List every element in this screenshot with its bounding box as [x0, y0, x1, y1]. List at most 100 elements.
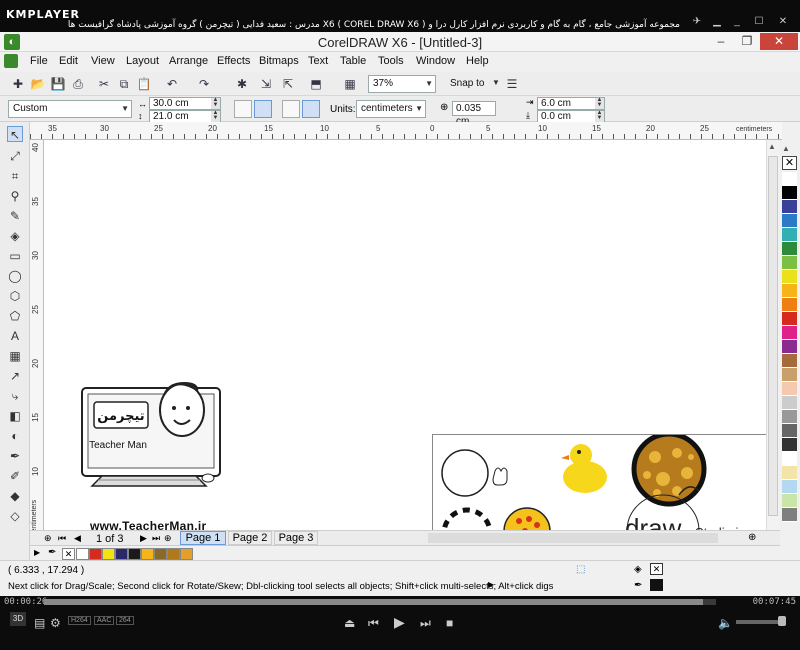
palette-swatch[interactable] — [782, 508, 797, 522]
crop-tool-icon[interactable]: ⌗ — [7, 168, 23, 184]
shape-tool-icon[interactable]: ⤢ — [7, 148, 23, 164]
page-width-field[interactable]: 30.0 cm ▲ ▼ — [149, 97, 221, 110]
doc-palette-menu-icon[interactable]: ▶ — [34, 548, 40, 557]
doc-palette-swatch[interactable] — [115, 548, 128, 560]
zoom-navigator-icon[interactable]: ⊕ — [748, 532, 756, 543]
snap-to-dropdown[interactable]: Snap to — [450, 78, 484, 89]
palette-swatch[interactable] — [782, 396, 797, 410]
menu-view[interactable]: View — [91, 55, 115, 67]
connector-tool-icon[interactable]: ⤷ — [7, 388, 23, 404]
smart-fill-icon[interactable]: ◈ — [7, 228, 23, 244]
all-pages-button[interactable] — [282, 100, 300, 118]
zoom-combo[interactable]: 37% ▼ — [368, 75, 436, 93]
options-icon[interactable]: ☰ — [504, 76, 520, 92]
minimize-button[interactable]: – — [708, 33, 734, 50]
player-minimize-icon[interactable]: ▁ — [710, 16, 724, 28]
horizontal-scroll-thumb[interactable] — [428, 533, 718, 543]
transparency-tool-icon[interactable]: ◐ — [7, 428, 23, 444]
open-icon[interactable]: 📂 — [30, 76, 46, 92]
rectangle-tool-icon[interactable]: ▭ — [7, 248, 23, 264]
volume-icon[interactable]: 🔈 — [718, 616, 733, 630]
fill-tool-icon[interactable]: ◆ — [7, 488, 23, 504]
palette-swatch[interactable] — [782, 214, 797, 228]
palette-swatch[interactable] — [782, 466, 797, 480]
save-icon[interactable]: 💾 — [50, 76, 66, 92]
tab-page-2[interactable]: Page 2 — [228, 531, 272, 545]
basic-shapes-icon[interactable]: ⬠ — [7, 308, 23, 324]
menu-table[interactable]: Table — [340, 55, 366, 67]
redo-icon[interactable]: ↷ — [196, 76, 212, 92]
vertical-scrollbar[interactable]: ▲ — [766, 140, 779, 533]
player-close-button[interactable]: ✕ — [776, 16, 790, 28]
next-icon[interactable]: ⏭ — [420, 616, 431, 631]
color-proof-icon[interactable]: ⬚ — [576, 564, 585, 575]
publish-icon[interactable]: ⬒ — [308, 76, 324, 92]
play-button[interactable]: ▶ — [394, 614, 405, 631]
palette-swatch[interactable] — [782, 172, 797, 186]
menu-layout[interactable]: Layout — [126, 55, 159, 67]
palette-swatch[interactable] — [782, 494, 797, 508]
stop-icon[interactable]: ■ — [446, 616, 453, 630]
prev-page-icon[interactable]: ◀ — [74, 533, 81, 544]
palette-swatch[interactable] — [782, 284, 797, 298]
palette-swatch[interactable] — [782, 200, 797, 214]
palette-swatch[interactable] — [782, 424, 797, 438]
eyedropper-icon[interactable]: ✒ — [48, 547, 56, 558]
new-document-icon[interactable]: ✚ — [10, 76, 26, 92]
volume-slider[interactable] — [736, 620, 782, 624]
cut-icon[interactable]: ✂ — [96, 76, 112, 92]
menu-bitmaps[interactable]: Bitmaps — [259, 55, 299, 67]
doc-palette-swatch[interactable] — [167, 548, 180, 560]
tab-page-1[interactable]: Page 1 — [180, 531, 226, 545]
no-fill-swatch[interactable]: ✕ — [782, 156, 797, 170]
launcher-icon[interactable]: ▦ — [342, 76, 358, 92]
palette-swatch[interactable] — [782, 298, 797, 312]
menu-help[interactable]: Help — [466, 55, 489, 67]
undo-icon[interactable]: ↶ — [164, 76, 180, 92]
palette-swatch[interactable] — [782, 480, 797, 494]
palette-swatch[interactable] — [782, 312, 797, 326]
ellipse-tool-icon[interactable]: ◯ — [7, 268, 23, 284]
zoom-tool-icon[interactable]: ⚲ — [7, 188, 23, 204]
export-icon[interactable]: ⇱ — [280, 76, 296, 92]
doc-no-color-swatch[interactable]: ✕ — [62, 548, 75, 560]
pin-icon[interactable]: ✈ — [690, 16, 704, 28]
paste-icon[interactable]: 📋 — [136, 76, 152, 92]
table-tool-icon[interactable]: ▦ — [7, 348, 23, 364]
seek-bar[interactable] — [44, 599, 716, 605]
palette-swatch[interactable] — [782, 382, 797, 396]
outline-black-swatch[interactable] — [650, 579, 663, 591]
previous-icon[interactable]: ⏮ — [368, 616, 379, 631]
playlist-icon[interactable]: ▤ — [34, 616, 45, 630]
nudge-field[interactable]: 0.035 cm — [452, 101, 496, 127]
next-page-icon[interactable]: ▶ — [140, 533, 147, 544]
tab-page-3[interactable]: Page 3 — [274, 531, 318, 545]
menu-app-icon[interactable] — [4, 54, 18, 68]
palette-swatch[interactable] — [782, 410, 797, 424]
snap-to-arrow-icon[interactable]: ▼ — [492, 78, 500, 87]
player-minimize-button[interactable]: _ — [730, 16, 744, 28]
import-icon[interactable]: ⇲ — [258, 76, 274, 92]
pick-tool-icon[interactable]: ↖ — [7, 126, 23, 142]
last-page-icon[interactable]: ⏭ — [152, 533, 160, 544]
text-tool-icon[interactable]: A — [7, 328, 23, 344]
doc-palette-swatch[interactable] — [89, 548, 102, 560]
blend-tool-icon[interactable]: ◧ — [7, 408, 23, 424]
portrait-button[interactable] — [234, 100, 252, 118]
dimension-tool-icon[interactable]: ↗ — [7, 368, 23, 384]
first-page-icon[interactable]: ⏮ — [58, 533, 66, 544]
palette-swatch[interactable] — [782, 256, 797, 270]
doc-palette-swatch[interactable] — [102, 548, 115, 560]
palette-swatch[interactable] — [782, 438, 797, 452]
duplicate-x-field[interactable]: 6.0 cm ▲ ▼ — [537, 97, 605, 110]
palette-swatch[interactable] — [782, 242, 797, 256]
menu-window[interactable]: Window — [416, 55, 455, 67]
palette-swatch[interactable] — [782, 326, 797, 340]
search-content-icon[interactable]: ✱ — [234, 76, 250, 92]
menu-file[interactable]: File — [30, 55, 48, 67]
doc-palette-swatch[interactable] — [76, 548, 89, 560]
volume-handle[interactable] — [778, 616, 786, 626]
landscape-button[interactable] — [254, 100, 272, 118]
3d-button[interactable]: 3D — [10, 612, 26, 626]
maximize-button[interactable]: ❐ — [734, 33, 760, 50]
